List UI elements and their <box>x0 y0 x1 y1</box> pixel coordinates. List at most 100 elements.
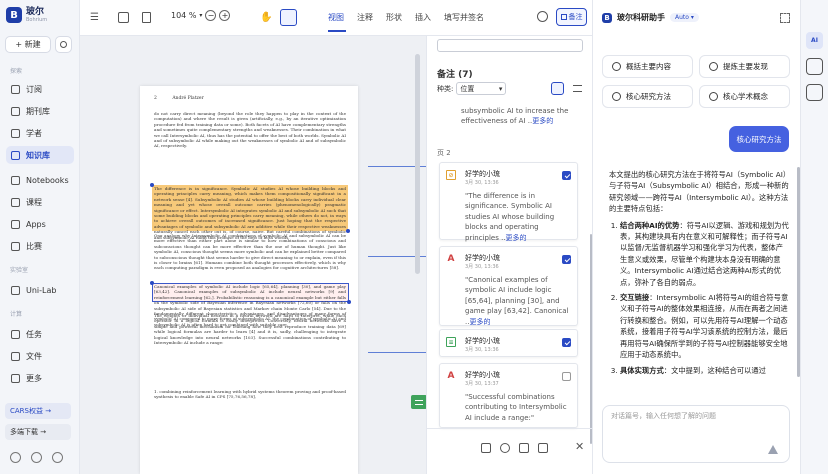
note-checkbox[interactable] <box>562 372 571 381</box>
document-viewer[interactable]: 2 André Platzer do not carry direct mean… <box>80 36 427 474</box>
note-checkbox[interactable] <box>562 338 571 347</box>
notes-title: 备注 (7) <box>437 70 473 80</box>
tab-view[interactable]: 视图 <box>328 12 344 23</box>
note-card[interactable]: ≡ 好学的小琉 3月 30, 13:36 <box>439 329 578 357</box>
concept-icon <box>709 92 718 101</box>
translate-icon[interactable] <box>806 58 823 75</box>
notes-toggle-button[interactable]: 备注 <box>556 8 587 26</box>
kind-label: 种类: <box>437 84 454 93</box>
section-lab-label: 实验室 <box>10 267 29 274</box>
answer-point: 具体实现方式：文中提到，这种结合可以通过 <box>620 365 789 376</box>
note-card[interactable]: ⊘ 好学的小琉 3月 30, 13:36 "The difference is … <box>439 162 578 242</box>
research-assistant-panel: B 玻尔科研助手 Auto ▾ 概括主要内容 提炼主要发现 核心研究方法 核心学… <box>592 0 800 474</box>
document-scrollbar[interactable] <box>415 54 420 274</box>
selection-handle[interactable] <box>346 229 350 233</box>
zoom-level[interactable]: 104 % <box>171 11 196 20</box>
tab-annotate[interactable]: 注释 <box>357 12 373 23</box>
apps-icon <box>11 219 20 229</box>
ai-assistant-icon[interactable]: AI <box>806 32 823 49</box>
avatar[interactable] <box>10 452 21 463</box>
folder-icon <box>11 351 20 361</box>
note-card[interactable]: A 好学的小琉 3月 30, 13:37 "Successful combina… <box>439 363 578 428</box>
chevron-down-icon: ▾ <box>498 84 503 93</box>
chat-input[interactable] <box>611 412 781 420</box>
tab-fill-sign[interactable]: 填写并签名 <box>444 12 484 23</box>
method-icon <box>612 92 621 101</box>
select-tool-button[interactable] <box>280 9 297 26</box>
note-checkbox[interactable] <box>562 171 571 180</box>
filter-icon[interactable] <box>571 82 584 95</box>
sidebar-item-courses[interactable]: 课程 <box>6 193 74 211</box>
sidebar-item-apps[interactable]: Apps <box>6 215 74 233</box>
answer-point: 结合两种AI的优势：符号AI以逻辑、游戏和规划为代表，其构建块具有内在意义和可解… <box>620 220 789 288</box>
assistant-title: 玻尔科研助手 <box>617 13 665 22</box>
core-methods-button[interactable]: 核心研究方法 <box>602 85 693 108</box>
panel-icon <box>118 12 129 23</box>
copy-icon[interactable] <box>481 443 491 453</box>
comment-icon: ≡ <box>446 337 456 347</box>
tab-shapes[interactable]: 形状 <box>386 12 402 23</box>
selection-handle[interactable] <box>150 183 154 187</box>
copy-notes-icon[interactable] <box>551 82 564 95</box>
sidebar-item-subscribe[interactable]: 订阅 <box>6 80 74 98</box>
more-link[interactable]: 更多的 <box>469 318 490 326</box>
sidebar-item-notebooks[interactable]: Notebooks <box>6 171 74 189</box>
page-view-button[interactable] <box>142 10 151 25</box>
sidebar-search-button[interactable] <box>55 36 72 53</box>
notification-icon[interactable] <box>31 452 42 463</box>
export-icon[interactable] <box>519 443 529 453</box>
sidebar-item-journals[interactable]: 期刊库 <box>6 102 74 120</box>
paragraph-highlighted: The difference is in significance. Symbo… <box>154 186 346 240</box>
toolbar-tabs: 视图 注释 形状 插入 填写并签名 <box>328 12 484 23</box>
note-snippet-previous[interactable]: subsymbolic AI to increase the effective… <box>439 106 578 126</box>
new-button[interactable]: + 新建 <box>5 36 51 53</box>
sidebar-item-knowledge-base[interactable]: 知识库 <box>6 146 74 164</box>
chevron-down-icon[interactable]: ▾ <box>199 12 202 19</box>
expand-icon[interactable] <box>780 13 790 23</box>
key-findings-button[interactable]: 提炼主要发现 <box>699 55 790 78</box>
menu-button[interactable]: ☰ <box>90 10 99 25</box>
sidebar-item-tasks[interactable]: 任务 <box>6 325 74 343</box>
send-icon[interactable] <box>768 445 778 454</box>
selection-handle[interactable] <box>347 300 351 304</box>
search-icon[interactable] <box>537 11 548 22</box>
palette-icon[interactable] <box>500 443 510 453</box>
task-icon <box>11 329 20 339</box>
cars-benefits-button[interactable]: CARS权益 → <box>5 403 71 419</box>
sidebar-item-files[interactable]: 文件 <box>6 347 74 365</box>
pdf-page[interactable]: 2 André Platzer do not carry direct mean… <box>140 86 427 474</box>
paragraph-1: do not carry direct meaning (beyond the … <box>154 111 346 149</box>
right-rail: AI <box>800 0 828 474</box>
note-checkbox[interactable] <box>562 255 571 264</box>
sidebar-item-competitions[interactable]: 比赛 <box>6 237 74 255</box>
sidebar-toggle-button[interactable] <box>118 10 129 25</box>
help-icon[interactable] <box>52 452 63 463</box>
sidebar-item-scholars[interactable]: 学者 <box>6 124 74 142</box>
sidebar-item-uni-lab[interactable]: Uni-Lab <box>6 281 74 299</box>
brand-logo[interactable]: B 玻尔 Bohrium <box>6 7 47 23</box>
kind-select[interactable]: 位置 ▾ <box>456 82 507 95</box>
tab-insert[interactable]: 插入 <box>415 12 431 23</box>
core-concepts-button[interactable]: 核心学术概念 <box>699 85 790 108</box>
sidebar-item-more[interactable]: 更多 <box>6 369 74 387</box>
pan-tool-button[interactable]: ✋ <box>260 10 272 25</box>
zoom-out-icon[interactable]: − <box>205 10 217 21</box>
selection-handle[interactable] <box>150 281 154 285</box>
paragraph-5: The weights or individual neurons in a n… <box>154 313 346 346</box>
multi-device-download-button[interactable]: 多端下载 → <box>5 424 71 440</box>
close-icon[interactable]: ✕ <box>575 440 584 453</box>
note-card[interactable]: A 好学的小琉 3月 30, 13:36 "Canonical examples… <box>439 246 578 326</box>
left-sidebar: B 玻尔 Bohrium + 新建 探索 订阅 期刊库 学者 知识库 Noteb… <box>0 0 80 474</box>
findings-icon <box>709 62 718 71</box>
paragraph-3: One analogy why Intersymbolic AI combina… <box>154 233 346 271</box>
more-link[interactable]: 更多的 <box>532 117 553 125</box>
zoom-in-icon[interactable]: + <box>219 10 231 21</box>
more-link[interactable]: 更多的 <box>506 234 527 242</box>
user-message: 核心研究方法 <box>729 126 789 152</box>
trash-icon[interactable] <box>538 443 548 453</box>
mode-select[interactable]: Auto ▾ <box>670 13 699 22</box>
summarize-button[interactable]: 概括主要内容 <box>602 55 693 78</box>
notes-search-input[interactable] <box>437 39 583 52</box>
comment-annotation-icon[interactable] <box>411 395 427 409</box>
sort-icon[interactable] <box>806 84 823 101</box>
